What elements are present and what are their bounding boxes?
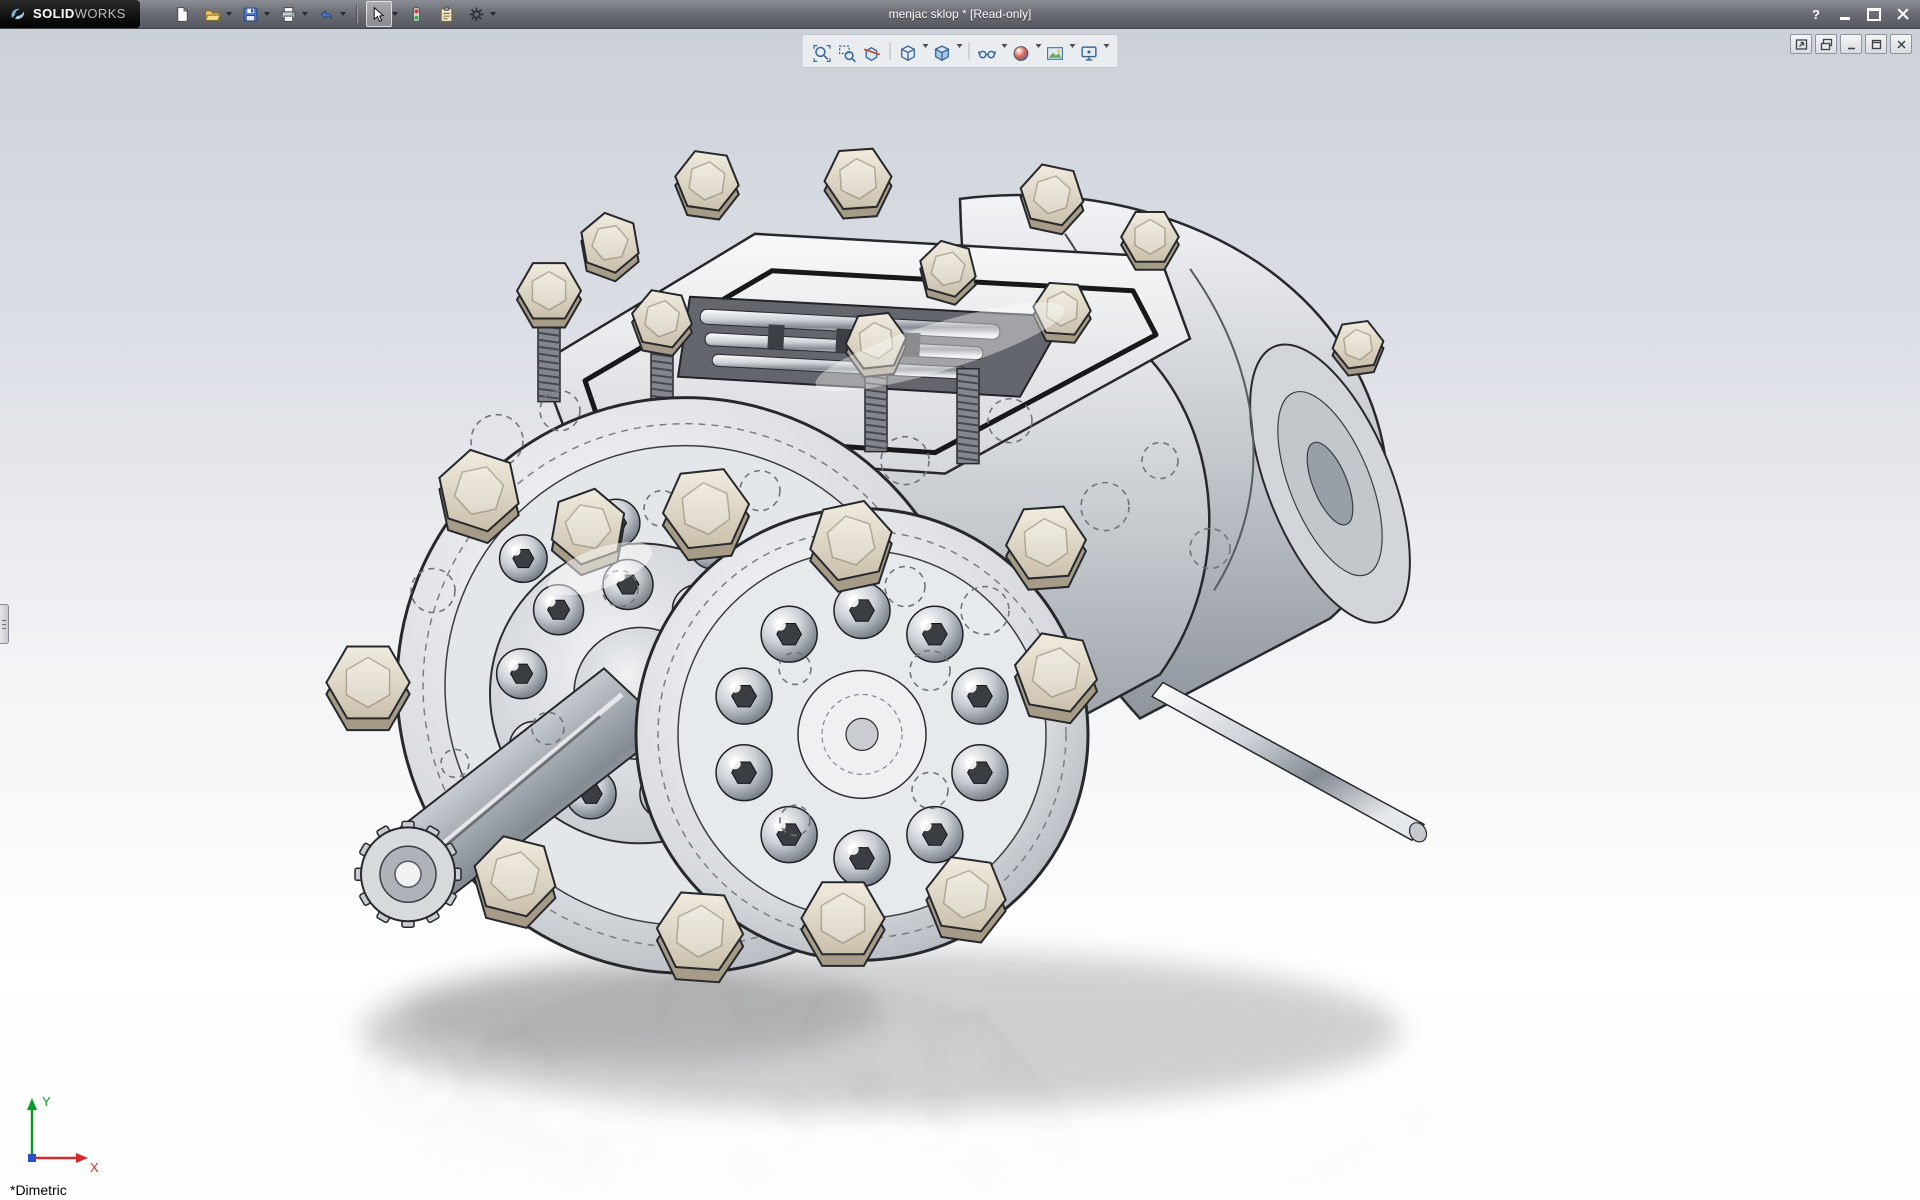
close-icon: [1897, 8, 1909, 20]
view-orientation-label: *Dimetric: [10, 1182, 67, 1198]
view-settings-button[interactable]: [1078, 37, 1101, 65]
view-orientation-icon: [899, 44, 918, 63]
fullscreen-icon: [1795, 38, 1808, 51]
print-dropdown-caret[interactable]: [302, 12, 308, 19]
zoom-to-fit-icon: [813, 44, 832, 63]
options-button[interactable]: [464, 1, 490, 27]
x-axis-arrowhead: [76, 1153, 88, 1163]
edit-appearance-icon: [1012, 44, 1031, 63]
minimize-icon: [1840, 17, 1850, 20]
fullscreen-button[interactable]: [1790, 34, 1812, 54]
print-icon: [280, 6, 297, 23]
float-window-button[interactable]: [1815, 34, 1837, 54]
x-axis-label: X: [90, 1160, 99, 1175]
undo-button[interactable]: [314, 1, 340, 27]
headsup-separator-2: [969, 42, 970, 60]
save-button[interactable]: [238, 1, 264, 27]
brand-bold: SOLID: [33, 6, 75, 21]
doc-restore-button[interactable]: [1865, 34, 1887, 54]
3ds-swirl-icon: [8, 6, 28, 22]
print-button[interactable]: [276, 1, 302, 27]
restore-button[interactable]: [1861, 4, 1887, 24]
section-view-button[interactable]: [861, 37, 884, 65]
toolbar-separator: [356, 5, 358, 23]
document-window-controls: [1790, 34, 1912, 54]
edit-appearance-button[interactable]: [1010, 37, 1033, 65]
apply-scene-icon: [1046, 44, 1065, 63]
options-dropdown-caret[interactable]: [490, 12, 496, 19]
apply-scene-button[interactable]: [1044, 37, 1067, 65]
y-axis-arrowhead: [27, 1098, 37, 1110]
view-orientation-button[interactable]: [897, 37, 920, 65]
select-tool-button[interactable]: [366, 1, 392, 27]
rebuild-button[interactable]: [404, 1, 430, 27]
file-properties-icon: [438, 6, 455, 23]
model-shadow-inner: [400, 965, 880, 1061]
edit-appearance-caret[interactable]: [1036, 44, 1042, 51]
undo-icon: [318, 6, 335, 23]
doc-minimize-button[interactable]: [1840, 34, 1862, 54]
graphics-viewport[interactable]: Y X *Dimetric: [0, 29, 1920, 1200]
undo-dropdown-caret[interactable]: [340, 12, 346, 19]
open-dropdown-caret[interactable]: [226, 12, 232, 19]
display-style-caret[interactable]: [957, 44, 963, 51]
zoom-to-area-button[interactable]: [836, 37, 859, 65]
display-style-button[interactable]: [931, 37, 954, 65]
y-axis-label: Y: [42, 1094, 51, 1109]
save-icon: [242, 6, 259, 23]
doc-close-icon: [1895, 38, 1908, 51]
zoom-to-fit-button[interactable]: [811, 37, 834, 65]
hide-show-items-icon: [978, 44, 997, 63]
display-style-icon: [933, 44, 952, 63]
minimize-button[interactable]: [1832, 4, 1858, 24]
heads-up-view-toolbar: [802, 34, 1119, 68]
3d-scene[interactable]: [0, 29, 1920, 1200]
solidworks-logo[interactable]: SOLIDWORKS: [0, 0, 140, 28]
rebuild-icon: [408, 6, 425, 23]
apply-scene-caret[interactable]: [1070, 44, 1076, 51]
help-icon: ?: [1812, 7, 1820, 22]
section-view-icon: [863, 44, 882, 63]
options-icon: [468, 6, 485, 23]
restore-icon: [1867, 8, 1881, 21]
float-window-icon: [1820, 38, 1833, 51]
z-axis-origin: [28, 1154, 36, 1162]
hide-show-items-caret[interactable]: [1002, 44, 1008, 51]
open-button[interactable]: [200, 1, 226, 27]
help-button[interactable]: ?: [1803, 4, 1829, 24]
window-title: menjac sklop * [Read-only]: [889, 0, 1032, 28]
select-dropdown-caret[interactable]: [392, 12, 398, 19]
close-button[interactable]: [1890, 4, 1916, 24]
left-panel-collapsed-tab[interactable]: [0, 604, 9, 644]
solidworks-window: SOLIDWORKS: [0, 0, 1920, 1200]
doc-close-button[interactable]: [1890, 34, 1912, 54]
gearbox-model[interactable]: [326, 149, 1443, 982]
reference-triad: Y X: [10, 1086, 110, 1176]
save-dropdown-caret[interactable]: [264, 12, 270, 19]
headsup-separator: [890, 42, 891, 60]
new-document-button[interactable]: [170, 1, 196, 27]
new-document-icon: [174, 6, 191, 23]
standard-toolbar: [170, 1, 498, 27]
brand-light: WORKS: [75, 6, 126, 21]
view-orientation-caret[interactable]: [923, 44, 929, 51]
doc-restore-icon: [1870, 38, 1883, 51]
doc-minimize-icon: [1845, 38, 1858, 51]
zoom-to-area-icon: [838, 44, 857, 63]
hide-show-items-button[interactable]: [976, 37, 999, 65]
view-settings-caret[interactable]: [1104, 44, 1110, 51]
select-arrow-icon: [370, 6, 387, 23]
window-controls: ?: [1803, 0, 1916, 28]
file-properties-button[interactable]: [434, 1, 460, 27]
view-settings-icon: [1080, 44, 1099, 63]
titlebar: SOLIDWORKS: [0, 0, 1920, 29]
open-folder-icon: [204, 6, 221, 23]
